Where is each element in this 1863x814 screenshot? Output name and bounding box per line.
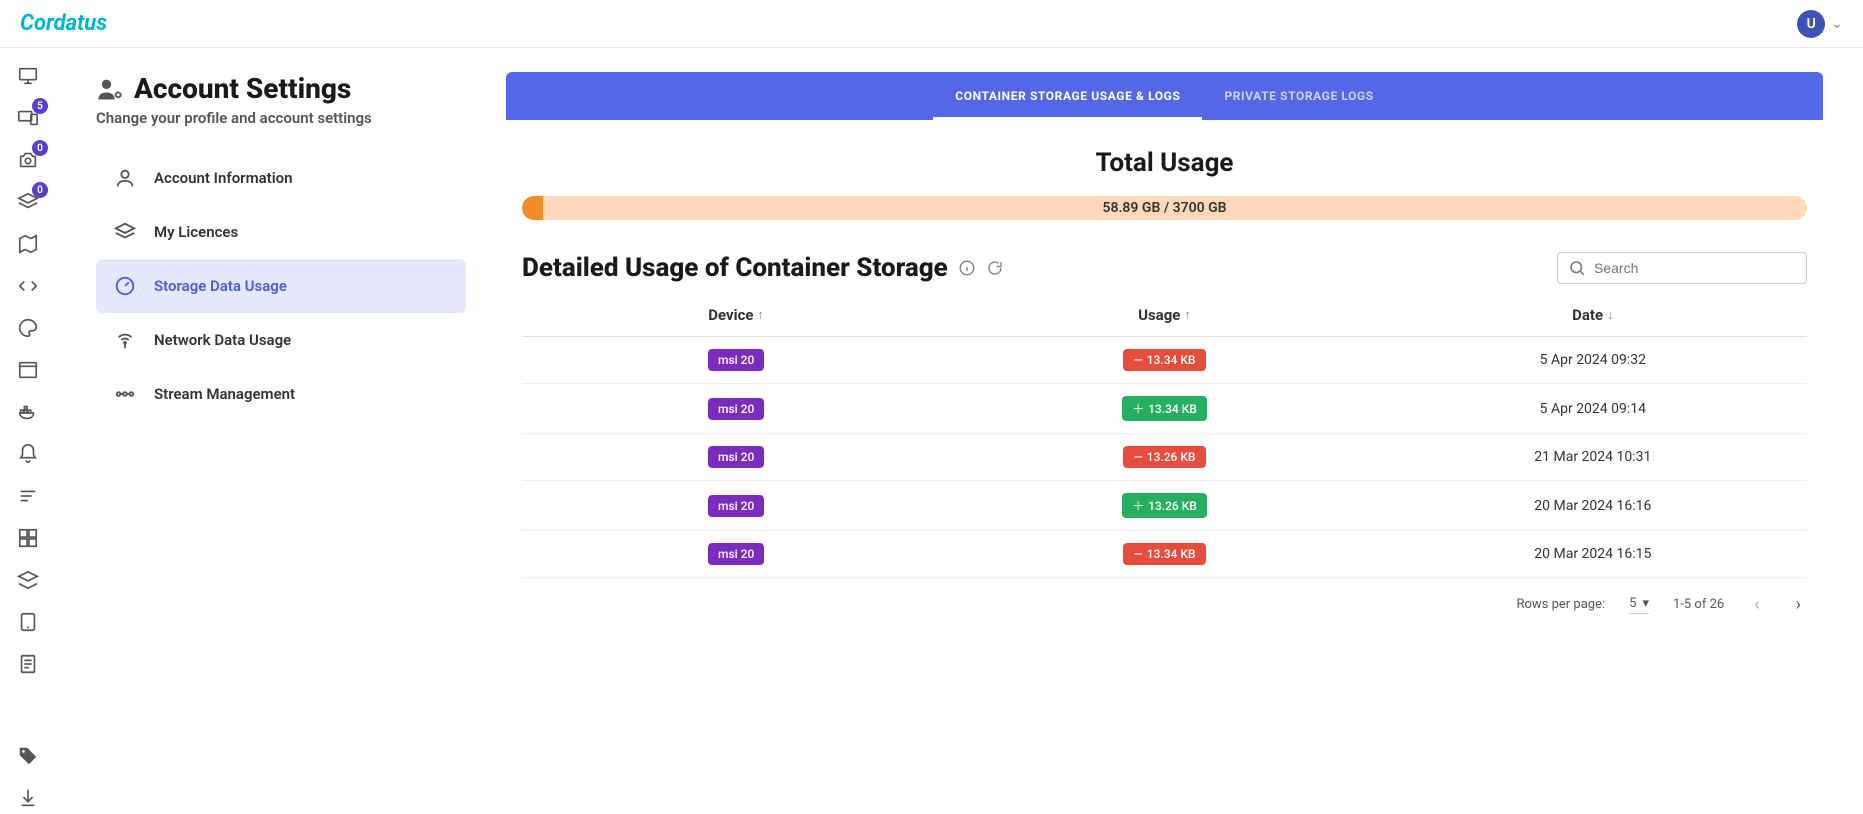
- tablet-icon[interactable]: [12, 606, 44, 638]
- nav-label: Network Data Usage: [154, 331, 291, 349]
- licence-icon: [114, 221, 136, 243]
- stream-icon: [114, 383, 136, 405]
- progress-text: 58.89 GB / 3700 GB: [1102, 200, 1226, 216]
- device-chip[interactable]: msi 20: [708, 349, 764, 371]
- date-cell: 5 Apr 2024 09:32: [1379, 352, 1807, 368]
- table-footer: Rows per page: 5 ▾ 1-5 of 26 ‹ ›: [506, 578, 1823, 631]
- refresh-icon[interactable]: [986, 259, 1004, 277]
- monitor-icon[interactable]: [12, 60, 44, 92]
- nav-label: Account Information: [154, 169, 292, 187]
- avatar: U: [1797, 10, 1825, 38]
- table-row: msi 20 — 13.26 KB 21 Mar 2024 10:31: [522, 434, 1807, 481]
- user-menu[interactable]: U ⌄: [1797, 10, 1843, 38]
- device-chip[interactable]: msi 20: [708, 495, 764, 517]
- plus-icon: ＋: [1132, 497, 1144, 514]
- devices-badge: 5: [32, 98, 48, 114]
- sort-desc-icon: ↓: [1607, 307, 1614, 323]
- antenna-icon: [114, 329, 136, 351]
- minus-icon: —: [1133, 353, 1142, 367]
- nav-label: Storage Data Usage: [154, 277, 287, 295]
- sort-asc-icon: ↑: [758, 307, 765, 323]
- stack-icon[interactable]: [12, 564, 44, 596]
- settings-person-icon: [96, 75, 124, 103]
- code-icon[interactable]: [12, 270, 44, 302]
- tag-icon[interactable]: [12, 740, 44, 772]
- total-usage-bar: 58.89 GB / 3700 GB: [522, 196, 1807, 220]
- tab-private-storage[interactable]: PRIVATE STORAGE LOGS: [1202, 72, 1395, 120]
- dropdown-icon: ▾: [1642, 596, 1649, 611]
- brand-logo[interactable]: Cordatus: [20, 11, 107, 36]
- nav-label: My Licences: [154, 223, 238, 241]
- search-icon: [1568, 259, 1586, 277]
- lines-icon[interactable]: [12, 480, 44, 512]
- rows-per-page-label: Rows per page:: [1516, 597, 1605, 612]
- date-cell: 21 Mar 2024 10:31: [1379, 449, 1807, 465]
- date-cell: 20 Mar 2024 16:15: [1379, 546, 1807, 562]
- usage-chip: — 13.34 KB: [1123, 543, 1205, 565]
- chevron-down-icon: ⌄: [1831, 16, 1843, 32]
- page-header: Account Settings Change your profile and…: [96, 72, 466, 127]
- info-icon[interactable]: [958, 259, 976, 277]
- nav-storage-data-usage[interactable]: Storage Data Usage: [96, 259, 466, 313]
- nav-account-information[interactable]: Account Information: [96, 151, 466, 205]
- date-cell: 5 Apr 2024 09:14: [1379, 401, 1807, 417]
- plus-icon: ＋: [1132, 400, 1144, 417]
- tabbar: CONTAINER STORAGE USAGE & LOGS PRIVATE S…: [506, 72, 1823, 120]
- palette-icon[interactable]: [12, 312, 44, 344]
- bell-icon[interactable]: [12, 438, 44, 470]
- usage-chip: ＋ 13.34 KB: [1122, 396, 1207, 421]
- download-icon[interactable]: [12, 782, 44, 814]
- usage-chip: ＋ 13.26 KB: [1122, 493, 1207, 518]
- devices-icon[interactable]: 5: [12, 102, 44, 134]
- usage-chip: — 13.34 KB: [1123, 349, 1205, 371]
- col-date[interactable]: Date↓: [1379, 306, 1807, 324]
- nav-network-data-usage[interactable]: Network Data Usage: [96, 313, 466, 367]
- window-icon[interactable]: [12, 354, 44, 386]
- topbar: Cordatus U ⌄: [0, 0, 1863, 48]
- dashboard-icon[interactable]: [12, 522, 44, 554]
- table-row: msi 20 — 13.34 KB 5 Apr 2024 09:32: [522, 337, 1807, 384]
- sort-asc-icon: ↑: [1184, 307, 1191, 323]
- layers-badge: 0: [32, 182, 48, 198]
- pagination-range: 1-5 of 26: [1673, 597, 1724, 612]
- col-device[interactable]: Device↑: [522, 306, 950, 324]
- docker-icon[interactable]: [12, 396, 44, 428]
- table-row: msi 20 — 13.34 KB 20 Mar 2024 16:15: [522, 531, 1807, 578]
- document-icon[interactable]: [12, 648, 44, 680]
- camera-icon[interactable]: 0: [12, 144, 44, 176]
- person-icon: [114, 167, 136, 189]
- device-chip[interactable]: msi 20: [708, 446, 764, 468]
- page-subtitle: Change your profile and account settings: [96, 109, 466, 127]
- search-input[interactable]: [1594, 260, 1796, 276]
- usage-table: Device↑ Usage↑ Date↓ msi 20 — 13.34 KB 5…: [522, 294, 1807, 578]
- prev-page-button[interactable]: ‹: [1748, 594, 1765, 615]
- settings-nav: Account Information My Licences Storage …: [96, 151, 466, 421]
- minus-icon: —: [1133, 547, 1142, 561]
- tab-container-storage[interactable]: CONTAINER STORAGE USAGE & LOGS: [933, 72, 1202, 120]
- icon-sidebar: 5 0 0: [0, 48, 56, 814]
- usage-chip: — 13.26 KB: [1123, 446, 1205, 468]
- date-cell: 20 Mar 2024 16:16: [1379, 498, 1807, 514]
- detail-title: Detailed Usage of Container Storage: [522, 253, 948, 283]
- next-page-button[interactable]: ›: [1790, 594, 1807, 615]
- device-chip[interactable]: msi 20: [708, 543, 764, 565]
- total-usage-title: Total Usage: [506, 148, 1823, 178]
- camera-badge: 0: [32, 140, 48, 156]
- layers-icon[interactable]: 0: [12, 186, 44, 218]
- col-usage[interactable]: Usage↑: [950, 306, 1378, 324]
- gauge-icon: [114, 275, 136, 297]
- table-row: msi 20 ＋ 13.26 KB 20 Mar 2024 16:16: [522, 481, 1807, 531]
- device-chip[interactable]: msi 20: [708, 398, 764, 420]
- search-box[interactable]: [1557, 252, 1807, 284]
- rows-per-page-select[interactable]: 5 ▾: [1629, 596, 1649, 614]
- nav-stream-management[interactable]: Stream Management: [96, 367, 466, 421]
- map-icon[interactable]: [12, 228, 44, 260]
- nav-my-licences[interactable]: My Licences: [96, 205, 466, 259]
- minus-icon: —: [1133, 450, 1142, 464]
- table-row: msi 20 ＋ 13.34 KB 5 Apr 2024 09:14: [522, 384, 1807, 434]
- progress-fill: [522, 196, 543, 220]
- nav-label: Stream Management: [154, 385, 295, 403]
- page-title: Account Settings: [134, 72, 351, 105]
